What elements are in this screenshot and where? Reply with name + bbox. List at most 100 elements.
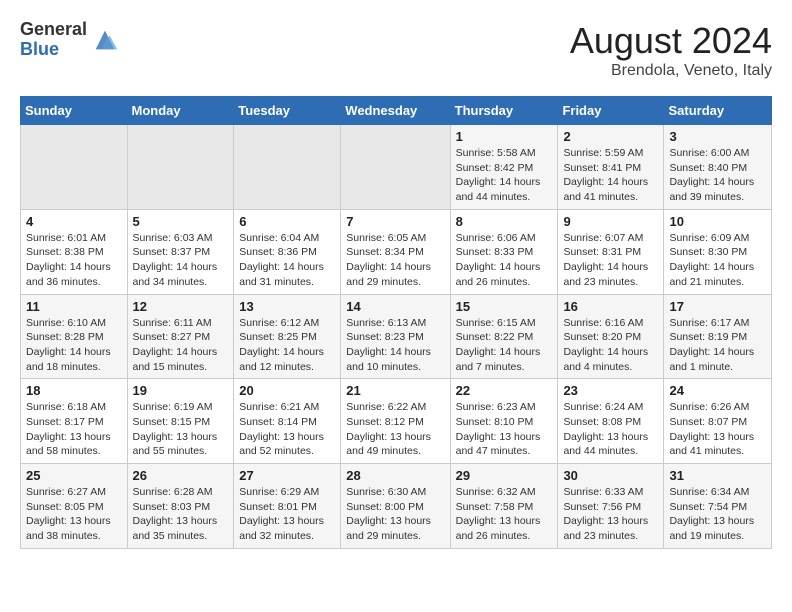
day-number: 9 xyxy=(563,214,658,229)
weekday-header-wednesday: Wednesday xyxy=(341,97,450,125)
day-number: 10 xyxy=(669,214,766,229)
calendar-cell: 2 Sunrise: 5:59 AMSunset: 8:41 PMDaylight… xyxy=(558,125,664,210)
day-sun-info: Sunrise: 6:33 AMSunset: 7:56 PMDaylight:… xyxy=(563,485,658,544)
calendar-cell: 24 Sunrise: 6:26 AMSunset: 8:07 PMDayligh… xyxy=(664,379,772,464)
calendar-cell: 20 Sunrise: 6:21 AMSunset: 8:14 PMDayligh… xyxy=(234,379,341,464)
day-number: 4 xyxy=(26,214,122,229)
day-number: 24 xyxy=(669,383,766,398)
day-sun-info: Sunrise: 5:59 AMSunset: 8:41 PMDaylight:… xyxy=(563,146,658,205)
day-sun-info: Sunrise: 6:34 AMSunset: 7:54 PMDaylight:… xyxy=(669,485,766,544)
day-number: 27 xyxy=(239,468,335,483)
day-number: 26 xyxy=(133,468,229,483)
day-sun-info: Sunrise: 6:13 AMSunset: 8:23 PMDaylight:… xyxy=(346,316,444,375)
weekday-header-sunday: Sunday xyxy=(21,97,128,125)
day-number: 20 xyxy=(239,383,335,398)
day-number: 11 xyxy=(26,299,122,314)
day-number: 6 xyxy=(239,214,335,229)
calendar-cell: 17Sunrise: 6:17 AMSunset: 8:19 PMDayligh… xyxy=(664,294,772,379)
day-sun-info: Sunrise: 6:22 AMSunset: 8:12 PMDaylight:… xyxy=(346,400,444,459)
calendar-week-row: 25Sunrise: 6:27 AMSunset: 8:05 PMDayligh… xyxy=(21,464,772,549)
weekday-header-friday: Friday xyxy=(558,97,664,125)
day-sun-info: Sunrise: 5:58 AMSunset: 8:42 PMDaylight:… xyxy=(456,146,553,205)
day-sun-info: Sunrise: 6:03 AMSunset: 8:37 PMDaylight:… xyxy=(133,231,229,290)
calendar-week-row: 1 Sunrise: 5:58 AMSunset: 8:42 PMDaylight… xyxy=(21,125,772,210)
day-sun-info: Sunrise: 6:29 AMSunset: 8:01 PMDaylight:… xyxy=(239,485,335,544)
calendar-cell: 22 Sunrise: 6:23 AMSunset: 8:10 PMDayligh… xyxy=(450,379,558,464)
day-number: 12 xyxy=(133,299,229,314)
day-number: 19 xyxy=(133,383,229,398)
calendar-cell: 30 Sunrise: 6:33 AMSunset: 7:56 PMDayligh… xyxy=(558,464,664,549)
calendar-week-row: 18 Sunrise: 6:18 AMSunset: 8:17 PMDayligh… xyxy=(21,379,772,464)
day-sun-info: Sunrise: 6:19 AMSunset: 8:15 PMDaylight:… xyxy=(133,400,229,459)
logo-icon xyxy=(91,26,119,54)
day-number: 3 xyxy=(669,129,766,144)
day-sun-info: Sunrise: 6:16 AMSunset: 8:20 PMDaylight:… xyxy=(563,316,658,375)
calendar-cell: 1 Sunrise: 5:58 AMSunset: 8:42 PMDaylight… xyxy=(450,125,558,210)
day-sun-info: Sunrise: 6:06 AMSunset: 8:33 PMDaylight:… xyxy=(456,231,553,290)
logo-general: General xyxy=(20,20,87,40)
day-number: 21 xyxy=(346,383,444,398)
day-number: 30 xyxy=(563,468,658,483)
day-sun-info: Sunrise: 6:21 AMSunset: 8:14 PMDaylight:… xyxy=(239,400,335,459)
calendar-cell xyxy=(21,125,128,210)
day-sun-info: Sunrise: 6:10 AMSunset: 8:28 PMDaylight:… xyxy=(26,316,122,375)
day-number: 31 xyxy=(669,468,766,483)
weekday-header-tuesday: Tuesday xyxy=(234,97,341,125)
calendar-cell xyxy=(341,125,450,210)
day-number: 18 xyxy=(26,383,122,398)
calendar-cell: 27 Sunrise: 6:29 AMSunset: 8:01 PMDayligh… xyxy=(234,464,341,549)
calendar-header-row: SundayMondayTuesdayWednesdayThursdayFrid… xyxy=(21,97,772,125)
calendar-cell: 10 Sunrise: 6:09 AMSunset: 8:30 PMDayligh… xyxy=(664,209,772,294)
day-number: 14 xyxy=(346,299,444,314)
logo-blue: Blue xyxy=(20,40,87,60)
day-number: 29 xyxy=(456,468,553,483)
calendar-cell: 29 Sunrise: 6:32 AMSunset: 7:58 PMDayligh… xyxy=(450,464,558,549)
logo-text: General Blue xyxy=(20,20,87,60)
calendar-week-row: 11 Sunrise: 6:10 AMSunset: 8:28 PMDayligh… xyxy=(21,294,772,379)
day-sun-info: Sunrise: 6:15 AMSunset: 8:22 PMDaylight:… xyxy=(456,316,553,375)
calendar-cell: 6Sunrise: 6:04 AMSunset: 8:36 PMDaylight… xyxy=(234,209,341,294)
day-sun-info: Sunrise: 6:09 AMSunset: 8:30 PMDaylight:… xyxy=(669,231,766,290)
calendar-cell: 13 Sunrise: 6:12 AMSunset: 8:25 PMDayligh… xyxy=(234,294,341,379)
page-header: General Blue August 2024 Brendola, Venet… xyxy=(20,20,772,80)
calendar-cell: 8 Sunrise: 6:06 AMSunset: 8:33 PMDaylight… xyxy=(450,209,558,294)
day-sun-info: Sunrise: 6:18 AMSunset: 8:17 PMDaylight:… xyxy=(26,400,122,459)
day-number: 22 xyxy=(456,383,553,398)
day-sun-info: Sunrise: 6:23 AMSunset: 8:10 PMDaylight:… xyxy=(456,400,553,459)
day-sun-info: Sunrise: 6:28 AMSunset: 8:03 PMDaylight:… xyxy=(133,485,229,544)
day-number: 7 xyxy=(346,214,444,229)
calendar-week-row: 4Sunrise: 6:01 AMSunset: 8:38 PMDaylight… xyxy=(21,209,772,294)
day-number: 5 xyxy=(133,214,229,229)
day-number: 17 xyxy=(669,299,766,314)
day-number: 23 xyxy=(563,383,658,398)
calendar-cell: 14 Sunrise: 6:13 AMSunset: 8:23 PMDayligh… xyxy=(341,294,450,379)
weekday-header-thursday: Thursday xyxy=(450,97,558,125)
day-sun-info: Sunrise: 6:12 AMSunset: 8:25 PMDaylight:… xyxy=(239,316,335,375)
weekday-header-saturday: Saturday xyxy=(664,97,772,125)
day-sun-info: Sunrise: 6:30 AMSunset: 8:00 PMDaylight:… xyxy=(346,485,444,544)
calendar-cell: 18 Sunrise: 6:18 AMSunset: 8:17 PMDayligh… xyxy=(21,379,128,464)
day-sun-info: Sunrise: 6:11 AMSunset: 8:27 PMDaylight:… xyxy=(133,316,229,375)
calendar-cell: 16Sunrise: 6:16 AMSunset: 8:20 PMDayligh… xyxy=(558,294,664,379)
day-number: 15 xyxy=(456,299,553,314)
day-sun-info: Sunrise: 6:26 AMSunset: 8:07 PMDaylight:… xyxy=(669,400,766,459)
day-sun-info: Sunrise: 6:27 AMSunset: 8:05 PMDaylight:… xyxy=(26,485,122,544)
day-number: 8 xyxy=(456,214,553,229)
calendar-cell: 9Sunrise: 6:07 AMSunset: 8:31 PMDaylight… xyxy=(558,209,664,294)
calendar-cell: 21 Sunrise: 6:22 AMSunset: 8:12 PMDayligh… xyxy=(341,379,450,464)
calendar-cell: 31 Sunrise: 6:34 AMSunset: 7:54 PMDayligh… xyxy=(664,464,772,549)
calendar-cell: 12 Sunrise: 6:11 AMSunset: 8:27 PMDayligh… xyxy=(127,294,234,379)
day-number: 13 xyxy=(239,299,335,314)
day-number: 28 xyxy=(346,468,444,483)
day-number: 1 xyxy=(456,129,553,144)
calendar-cell: 26 Sunrise: 6:28 AMSunset: 8:03 PMDayligh… xyxy=(127,464,234,549)
calendar-cell: 28 Sunrise: 6:30 AMSunset: 8:00 PMDayligh… xyxy=(341,464,450,549)
title-section: August 2024 Brendola, Veneto, Italy xyxy=(570,20,772,80)
day-number: 2 xyxy=(563,129,658,144)
day-sun-info: Sunrise: 6:24 AMSunset: 8:08 PMDaylight:… xyxy=(563,400,658,459)
day-sun-info: Sunrise: 6:05 AMSunset: 8:34 PMDaylight:… xyxy=(346,231,444,290)
day-sun-info: Sunrise: 6:32 AMSunset: 7:58 PMDaylight:… xyxy=(456,485,553,544)
weekday-header-monday: Monday xyxy=(127,97,234,125)
calendar-cell xyxy=(234,125,341,210)
calendar-cell: 23 Sunrise: 6:24 AMSunset: 8:08 PMDayligh… xyxy=(558,379,664,464)
